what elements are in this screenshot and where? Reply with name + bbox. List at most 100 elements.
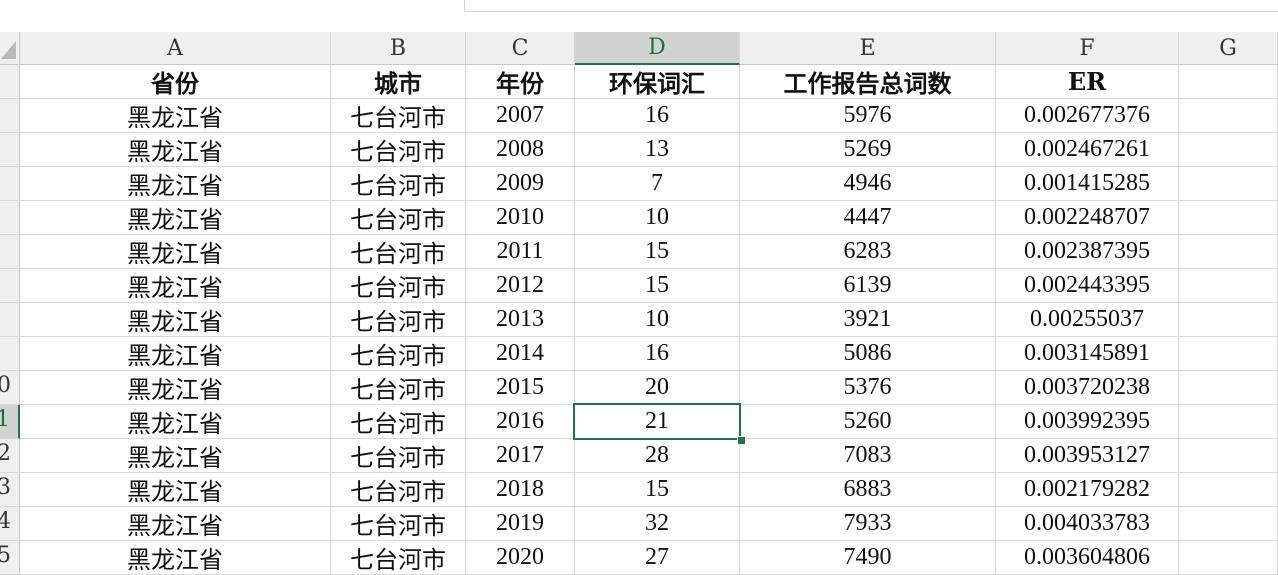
data-cell[interactable] xyxy=(1179,439,1278,473)
data-cell[interactable]: 16 xyxy=(575,337,740,371)
data-cell[interactable]: 0.003604806 xyxy=(996,541,1179,575)
data-cell[interactable]: 黑龙江省 xyxy=(20,371,331,405)
data-cell[interactable]: 32 xyxy=(575,507,740,541)
data-cell[interactable] xyxy=(1179,541,1278,575)
data-cell[interactable]: 0.002467261 xyxy=(996,133,1179,167)
data-cell[interactable]: 6139 xyxy=(740,269,996,303)
data-cell[interactable]: 3921 xyxy=(740,303,996,337)
row-header[interactable] xyxy=(0,133,20,167)
data-cell[interactable]: 黑龙江省 xyxy=(20,405,331,439)
data-cell[interactable] xyxy=(1179,167,1278,201)
data-cell[interactable]: 0.004033783 xyxy=(996,507,1179,541)
data-cell[interactable]: 2008 xyxy=(466,133,575,167)
data-cell[interactable]: 七台河市 xyxy=(331,235,466,269)
data-cell[interactable]: 0.003720238 xyxy=(996,371,1179,405)
data-cell[interactable]: 2019 xyxy=(466,507,575,541)
row-header[interactable] xyxy=(0,269,20,303)
column-title-cell[interactable]: 省份 xyxy=(20,65,331,99)
data-cell[interactable]: 0.001415285 xyxy=(996,167,1179,201)
data-cell[interactable]: 七台河市 xyxy=(331,337,466,371)
data-cell[interactable] xyxy=(1179,269,1278,303)
data-cell[interactable]: 七台河市 xyxy=(331,507,466,541)
column-header-b[interactable]: B xyxy=(331,32,466,65)
column-header-d[interactable]: D xyxy=(575,32,740,65)
data-cell[interactable]: 7 xyxy=(575,167,740,201)
data-cell[interactable]: 七台河市 xyxy=(331,439,466,473)
data-cell[interactable]: 黑龙江省 xyxy=(20,473,331,507)
column-header-f[interactable]: F xyxy=(996,32,1179,65)
data-cell[interactable]: 2020 xyxy=(466,541,575,575)
row-header[interactable]: 10 xyxy=(0,371,20,405)
data-cell[interactable]: 28 xyxy=(575,439,740,473)
data-cell[interactable]: 15 xyxy=(575,269,740,303)
data-cell[interactable]: 0.003145891 xyxy=(996,337,1179,371)
data-cell[interactable]: 10 xyxy=(575,201,740,235)
data-cell[interactable]: 2010 xyxy=(466,201,575,235)
data-cell[interactable] xyxy=(1179,201,1278,235)
data-cell[interactable] xyxy=(1179,99,1278,133)
data-cell[interactable]: 2017 xyxy=(466,439,575,473)
column-title-cell[interactable]: 城市 xyxy=(331,65,466,99)
data-cell[interactable] xyxy=(1179,405,1278,439)
data-cell[interactable]: 16 xyxy=(575,99,740,133)
data-cell[interactable]: 2011 xyxy=(466,235,575,269)
data-cell[interactable]: 0.003992395 xyxy=(996,405,1179,439)
data-cell[interactable]: 5086 xyxy=(740,337,996,371)
data-cell[interactable]: 27 xyxy=(575,541,740,575)
data-cell[interactable]: 黑龙江省 xyxy=(20,269,331,303)
data-cell[interactable] xyxy=(1179,337,1278,371)
data-cell[interactable]: 七台河市 xyxy=(331,133,466,167)
data-cell[interactable]: 5269 xyxy=(740,133,996,167)
data-cell[interactable] xyxy=(1179,235,1278,269)
column-title-cell[interactable] xyxy=(1179,65,1278,99)
row-header[interactable] xyxy=(0,167,20,201)
row-header[interactable]: 12 xyxy=(0,439,20,473)
data-cell[interactable]: 黑龙江省 xyxy=(20,303,331,337)
data-cell[interactable] xyxy=(1179,303,1278,337)
data-cell[interactable]: 7933 xyxy=(740,507,996,541)
column-title-cell[interactable]: 工作报告总词数 xyxy=(740,65,996,99)
data-cell[interactable]: 13 xyxy=(575,133,740,167)
data-cell[interactable]: 黑龙江省 xyxy=(20,541,331,575)
row-header[interactable] xyxy=(0,65,20,99)
data-cell[interactable]: 5260 xyxy=(740,405,996,439)
data-cell[interactable]: 七台河市 xyxy=(331,269,466,303)
data-cell[interactable]: 15 xyxy=(575,473,740,507)
data-cell[interactable]: 七台河市 xyxy=(331,541,466,575)
data-cell[interactable]: 10 xyxy=(575,303,740,337)
data-cell[interactable]: 7083 xyxy=(740,439,996,473)
select-all-button[interactable] xyxy=(0,32,20,65)
column-title-cell[interactable]: 年份 xyxy=(466,65,575,99)
formula-input[interactable] xyxy=(464,0,1278,12)
data-cell[interactable] xyxy=(1179,473,1278,507)
column-header-e[interactable]: E xyxy=(740,32,996,65)
data-cell[interactable]: 0.002677376 xyxy=(996,99,1179,133)
data-cell[interactable]: 黑龙江省 xyxy=(20,201,331,235)
column-header-c[interactable]: C xyxy=(466,32,575,65)
data-cell[interactable]: 黑龙江省 xyxy=(20,99,331,133)
data-cell[interactable]: 2007 xyxy=(466,99,575,133)
row-header[interactable] xyxy=(0,235,20,269)
fill-handle[interactable] xyxy=(737,436,746,445)
row-header[interactable]: 11 xyxy=(0,405,20,439)
data-cell[interactable]: 七台河市 xyxy=(331,99,466,133)
data-cell[interactable]: 6883 xyxy=(740,473,996,507)
row-header[interactable] xyxy=(0,337,20,371)
data-cell[interactable]: 2012 xyxy=(466,269,575,303)
data-cell[interactable]: 5976 xyxy=(740,99,996,133)
data-cell[interactable]: 七台河市 xyxy=(331,473,466,507)
data-cell[interactable]: 2009 xyxy=(466,167,575,201)
data-cell[interactable] xyxy=(1179,133,1278,167)
data-cell[interactable]: 0.003953127 xyxy=(996,439,1179,473)
data-cell[interactable]: 2016 xyxy=(466,405,575,439)
data-cell[interactable]: 2013 xyxy=(466,303,575,337)
data-cell[interactable] xyxy=(1179,371,1278,405)
data-cell[interactable]: 七台河市 xyxy=(331,167,466,201)
data-cell[interactable]: 0.00255037 xyxy=(996,303,1179,337)
data-cell[interactable]: 2018 xyxy=(466,473,575,507)
data-cell[interactable]: 15 xyxy=(575,235,740,269)
data-cell[interactable]: 黑龙江省 xyxy=(20,167,331,201)
data-cell[interactable]: 4946 xyxy=(740,167,996,201)
data-cell[interactable]: 黑龙江省 xyxy=(20,235,331,269)
data-cell[interactable]: 七台河市 xyxy=(331,405,466,439)
